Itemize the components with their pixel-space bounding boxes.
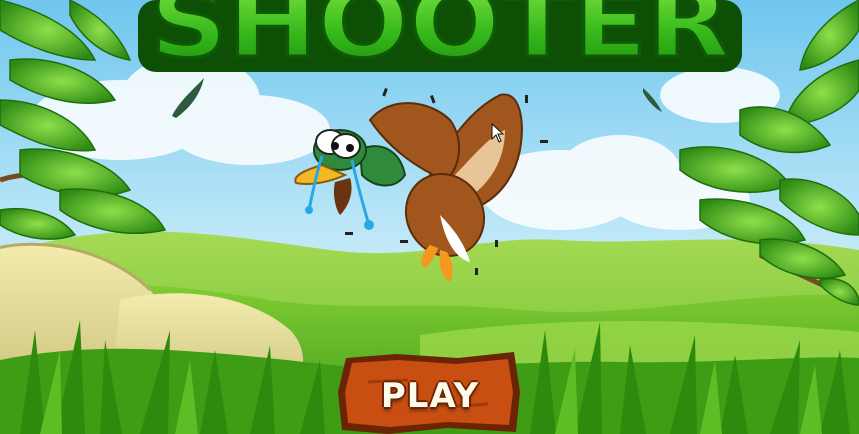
play-button[interactable]: PLAY bbox=[338, 352, 522, 434]
game-screen: { "title": { "text": "SHOOTER" }, "menu"… bbox=[0, 0, 859, 434]
title-text: SHOOTER bbox=[150, 0, 730, 79]
game-title: SHOOTER bbox=[138, 0, 742, 81]
play-label: PLAY bbox=[380, 376, 480, 416]
mouse-pointer-icon bbox=[491, 122, 505, 143]
